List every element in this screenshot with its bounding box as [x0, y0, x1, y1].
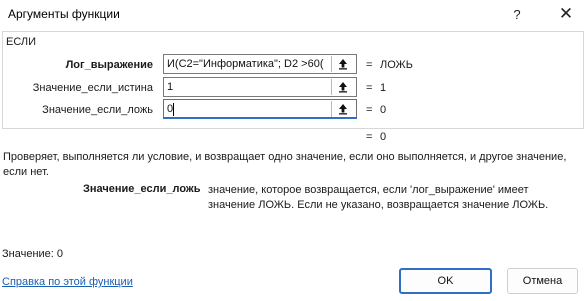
value-if-false-input[interactable]: 0 [163, 99, 357, 119]
title-bar: Аргументы функции ? ✕ [0, 0, 585, 28]
collapse-dialog-arrow-icon[interactable] [331, 101, 354, 117]
value-if-false-value: 0 [167, 103, 174, 115]
dialog-title: Аргументы функции [8, 7, 120, 21]
function-description: Проверяет, выполняется ли условие, и воз… [3, 151, 567, 178]
arg-result-value-if-true: 1 [380, 82, 387, 94]
arg-result-value-if-false: 0 [380, 104, 387, 116]
formula-equals-sign: = [366, 131, 373, 143]
logical-test-input[interactable]: И(C2="Информатика"; D2 >60( [163, 54, 357, 74]
arg-equals-sign: = [366, 59, 373, 71]
logical-test-value: И(C2="Информатика"; D2 >60( [167, 58, 324, 70]
parameter-help-name: Значение_если_ложь [83, 183, 201, 195]
cancel-button[interactable]: Отмена [507, 268, 578, 294]
arg-label-logical-test: Лог_выражение [65, 59, 153, 71]
function-name: ЕСЛИ [6, 36, 37, 48]
collapse-dialog-arrow-icon[interactable] [331, 56, 354, 72]
parameter-help-text: значение, которое возвращается, если 'ло… [208, 184, 549, 211]
arg-label-value-if-true: Значение_если_истина [32, 82, 153, 94]
formula-value-line: Значение: 0 [2, 248, 64, 260]
collapse-dialog-arrow-icon[interactable] [331, 79, 354, 95]
formula-result-value: 0 [380, 131, 387, 143]
help-icon[interactable]: ? [500, 0, 534, 28]
arg-equals-sign: = [366, 104, 373, 116]
arg-result-logical-test: ЛОЖЬ [380, 59, 413, 71]
value-if-true-input[interactable]: 1 [163, 77, 357, 97]
function-help-link[interactable]: Справка по этой функции [2, 276, 133, 288]
close-icon[interactable]: ✕ [549, 0, 583, 28]
arg-label-value-if-false: Значение_если_ложь [42, 104, 153, 116]
value-if-true-value: 1 [167, 81, 174, 93]
text-caret [173, 103, 174, 116]
arg-equals-sign: = [366, 82, 373, 94]
ok-button[interactable]: OK [399, 268, 492, 294]
